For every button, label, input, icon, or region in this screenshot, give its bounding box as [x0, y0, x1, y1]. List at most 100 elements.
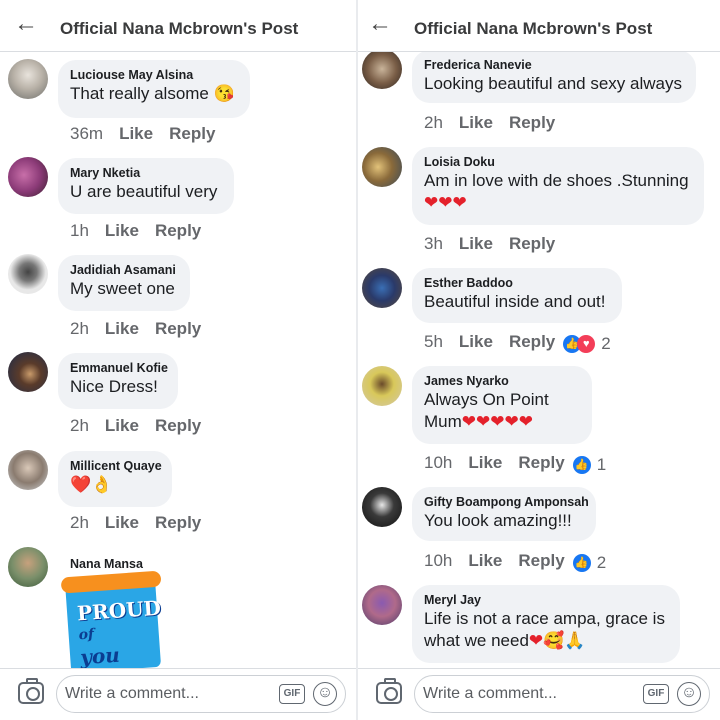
comment-bubble: Esther Baddoo Beautiful inside and out! — [412, 268, 622, 323]
reply-button[interactable]: Reply — [169, 124, 215, 143]
comment-author[interactable]: James Nyarko — [424, 373, 580, 389]
comment-text: Always On Point — [424, 390, 549, 409]
proud-of-you-sticker: PROUD of you — [60, 570, 164, 674]
like-button[interactable]: Like — [105, 416, 139, 435]
avatar[interactable] — [8, 352, 48, 392]
comment-bubble: James Nyarko Always On Point Mum❤❤❤❤❤ — [412, 366, 592, 444]
comment-author[interactable]: Mary Nketia — [70, 165, 222, 181]
comment-author[interactable]: Loisia Doku — [424, 154, 692, 170]
reactions-summary[interactable]: 👍 1 — [572, 455, 607, 475]
sticker-scroll-top — [60, 570, 162, 594]
comment-composer: GIF ☺ — [358, 668, 720, 720]
comment-actions: 10h Like Reply 👍 1 — [424, 453, 606, 475]
comment-bubble: Luciouse May Alsina That really alsome 😘 — [58, 60, 250, 118]
comment-actions: 3h Like Reply — [424, 234, 571, 254]
love-reaction-icon: ♥ — [577, 335, 596, 353]
emoji-smile-icon[interactable]: ☺ — [677, 682, 701, 706]
camera-icon[interactable] — [376, 678, 402, 704]
reply-button[interactable]: Reply — [155, 221, 201, 240]
comment-author[interactable]: Meryl Jay — [424, 592, 668, 608]
comment-text: Am in love with de shoes .Stunning — [424, 171, 689, 190]
emoji-smile-icon[interactable]: ☺ — [313, 682, 337, 706]
kiss-emoji-icon: 😘 — [213, 84, 235, 103]
like-button[interactable]: Like — [468, 551, 502, 570]
reply-button[interactable]: Reply — [509, 234, 555, 253]
like-button[interactable]: Like — [119, 124, 153, 143]
heart-love-pray-emoji-icon: ❤🥰🙏 — [528, 631, 586, 650]
like-button[interactable]: Like — [459, 332, 493, 351]
comment-author[interactable]: Frederica Nanevie — [424, 57, 684, 73]
comment-author[interactable]: Jadidiah Asamani — [70, 262, 178, 278]
avatar[interactable] — [362, 585, 402, 625]
reply-button[interactable]: Reply — [509, 113, 555, 132]
comment-time: 36m — [70, 124, 104, 143]
reply-button[interactable]: Reply — [518, 551, 564, 570]
comment-bubble: Meryl Jay Life is not a race ampa, grace… — [412, 585, 680, 663]
reaction-count: 1 — [596, 455, 607, 474]
like-reaction-icon: 👍 — [572, 554, 591, 572]
like-button[interactable]: Like — [459, 113, 493, 132]
avatar[interactable] — [8, 157, 48, 197]
hearts-emoji-icon: ❤❤❤❤❤ — [461, 412, 534, 431]
back-arrow-icon[interactable]: ← — [368, 12, 392, 36]
like-button[interactable]: Like — [105, 513, 139, 532]
reaction-count: 2 — [601, 334, 611, 353]
reply-button[interactable]: Reply — [155, 416, 201, 435]
comment-input-wrap[interactable]: GIF ☺ — [414, 675, 710, 713]
avatar[interactable] — [8, 547, 48, 587]
reactions-summary[interactable]: 👍 ♥ 2 — [563, 334, 611, 354]
comment-text: That really alsome — [70, 84, 209, 103]
gif-button[interactable]: GIF — [279, 684, 305, 704]
avatar[interactable] — [8, 254, 48, 294]
reply-button[interactable]: Reply — [518, 453, 564, 472]
comment-actions: 2h Like Reply — [424, 113, 571, 133]
avatar[interactable] — [362, 487, 402, 527]
comment-actions: 36m Like Reply — [70, 124, 231, 144]
comment-actions: 5h Like Reply 👍 ♥ 2 — [424, 332, 611, 354]
comment-text-line2: what we need — [424, 631, 529, 650]
reply-button[interactable]: Reply — [155, 319, 201, 338]
post-title: Official Nana Mcbrown's Post — [414, 19, 653, 38]
comment-author[interactable]: Emmanuel Kofie — [70, 360, 168, 376]
comment-time: 10h — [424, 453, 453, 472]
comment-input[interactable] — [65, 682, 265, 706]
avatar[interactable] — [362, 147, 402, 187]
like-reaction-icon: 👍 — [572, 456, 591, 474]
camera-icon[interactable] — [18, 678, 44, 704]
comment-bubble: Mary Nketia U are beautiful very — [58, 158, 234, 214]
comment-time: 2h — [70, 319, 89, 338]
comment-text: You look amazing!!! — [424, 511, 572, 530]
avatar[interactable] — [362, 268, 402, 308]
like-button[interactable]: Like — [459, 234, 493, 253]
comment-author[interactable]: Gifty Boampong Amponsah — [424, 494, 589, 510]
left-comments-screen: ← Official Nana Mcbrown's Post Luciouse … — [0, 0, 356, 720]
comment-time: 2h — [70, 513, 89, 532]
like-button[interactable]: Like — [105, 221, 139, 240]
like-button[interactable]: Like — [468, 453, 502, 472]
avatar[interactable] — [8, 450, 48, 490]
avatar[interactable] — [8, 59, 48, 99]
post-header: ← Official Nana Mcbrown's Post — [358, 0, 720, 52]
comment-input-wrap[interactable]: GIF ☺ — [56, 675, 346, 713]
back-arrow-icon[interactable]: ← — [14, 12, 38, 36]
reply-button[interactable]: Reply — [509, 332, 555, 351]
avatar[interactable] — [362, 366, 402, 406]
avatar[interactable] — [362, 49, 402, 89]
comment-bubble: Emmanuel Kofie Nice Dress! — [58, 353, 178, 409]
gif-button[interactable]: GIF — [643, 684, 669, 704]
comment-actions: 2h Like Reply — [70, 416, 217, 436]
comment-author[interactable]: Millicent Quaye — [70, 458, 162, 474]
comment-input[interactable] — [423, 682, 623, 706]
reply-button[interactable]: Reply — [155, 513, 201, 532]
post-title: Official Nana Mcbrown's Post — [60, 19, 299, 38]
comment-author[interactable]: Nana Mansa — [70, 556, 143, 572]
comment-actions: 1h Like Reply — [70, 221, 217, 241]
comment-author[interactable]: Esther Baddoo — [424, 275, 610, 291]
reactions-summary[interactable]: 👍 2 — [572, 553, 606, 573]
comment-text-line2: Mum — [424, 412, 462, 431]
sticker-text: PROUD of you — [76, 596, 164, 670]
post-header: ← Official Nana Mcbrown's Post — [0, 0, 356, 52]
comment-author[interactable]: Luciouse May Alsina — [70, 67, 238, 83]
comment-time: 1h — [70, 221, 89, 240]
like-button[interactable]: Like — [105, 319, 139, 338]
